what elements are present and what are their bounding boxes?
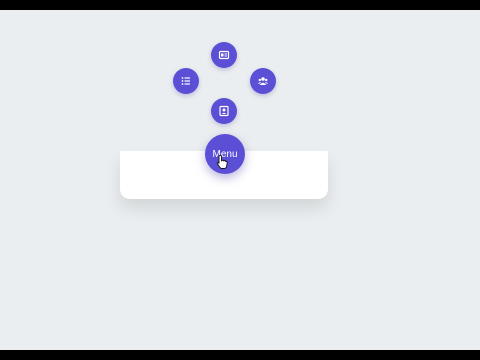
menu-item-id-card[interactable] — [211, 42, 237, 68]
menu-item-list[interactable] — [173, 68, 199, 94]
menu-item-users[interactable] — [250, 68, 276, 94]
list-icon — [180, 75, 192, 87]
menu-item-user-badge[interactable] — [211, 98, 237, 124]
canvas: Menu — [0, 10, 480, 350]
pointer-cursor-icon — [216, 154, 228, 170]
id-card-icon — [218, 49, 230, 61]
user-badge-icon — [218, 105, 230, 117]
users-icon — [257, 75, 269, 87]
